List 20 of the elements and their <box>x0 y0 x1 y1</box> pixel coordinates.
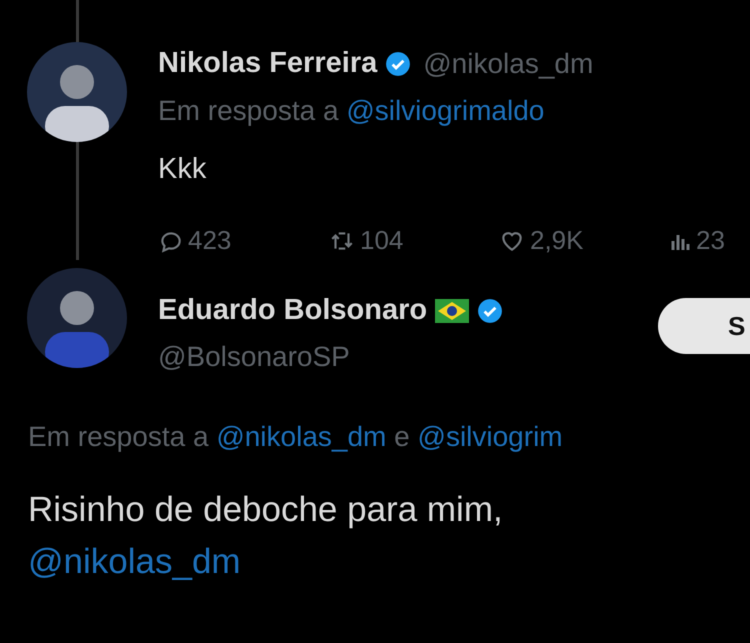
reply-context: Em resposta a @silviogrimaldo <box>158 94 546 128</box>
stat-count: 423 <box>188 224 232 257</box>
mention-link[interactable]: @nikolas_dm <box>216 421 394 452</box>
verified-badge-icon <box>385 50 412 77</box>
display-name: Nikolas Ferreira <box>158 46 378 81</box>
mention-link[interactable]: @silviogrimaldo <box>346 94 544 126</box>
user-handle: @BolsonaroSP <box>158 340 351 374</box>
stat-count: 104 <box>360 224 404 257</box>
tweet-text: Risinho de deboche para mim, <box>28 489 504 531</box>
display-name: Eduardo Bolsonaro <box>158 293 428 328</box>
user-handle: @nikolas_dm <box>423 46 594 81</box>
tweet-text: Kkk <box>158 152 208 186</box>
stat-count: 23 <box>696 224 725 257</box>
mention-link[interactable]: @silviogrim <box>418 421 563 452</box>
verified-badge-icon <box>477 298 504 324</box>
stat-count: 2,9K <box>530 224 584 257</box>
follow-button[interactable]: S <box>658 298 750 354</box>
flag-icon <box>435 299 470 323</box>
reply-context: Em resposta a @nikolas_dm e @silviogrim <box>28 420 564 454</box>
mention-link[interactable]: @nikolas_dm <box>28 534 241 590</box>
